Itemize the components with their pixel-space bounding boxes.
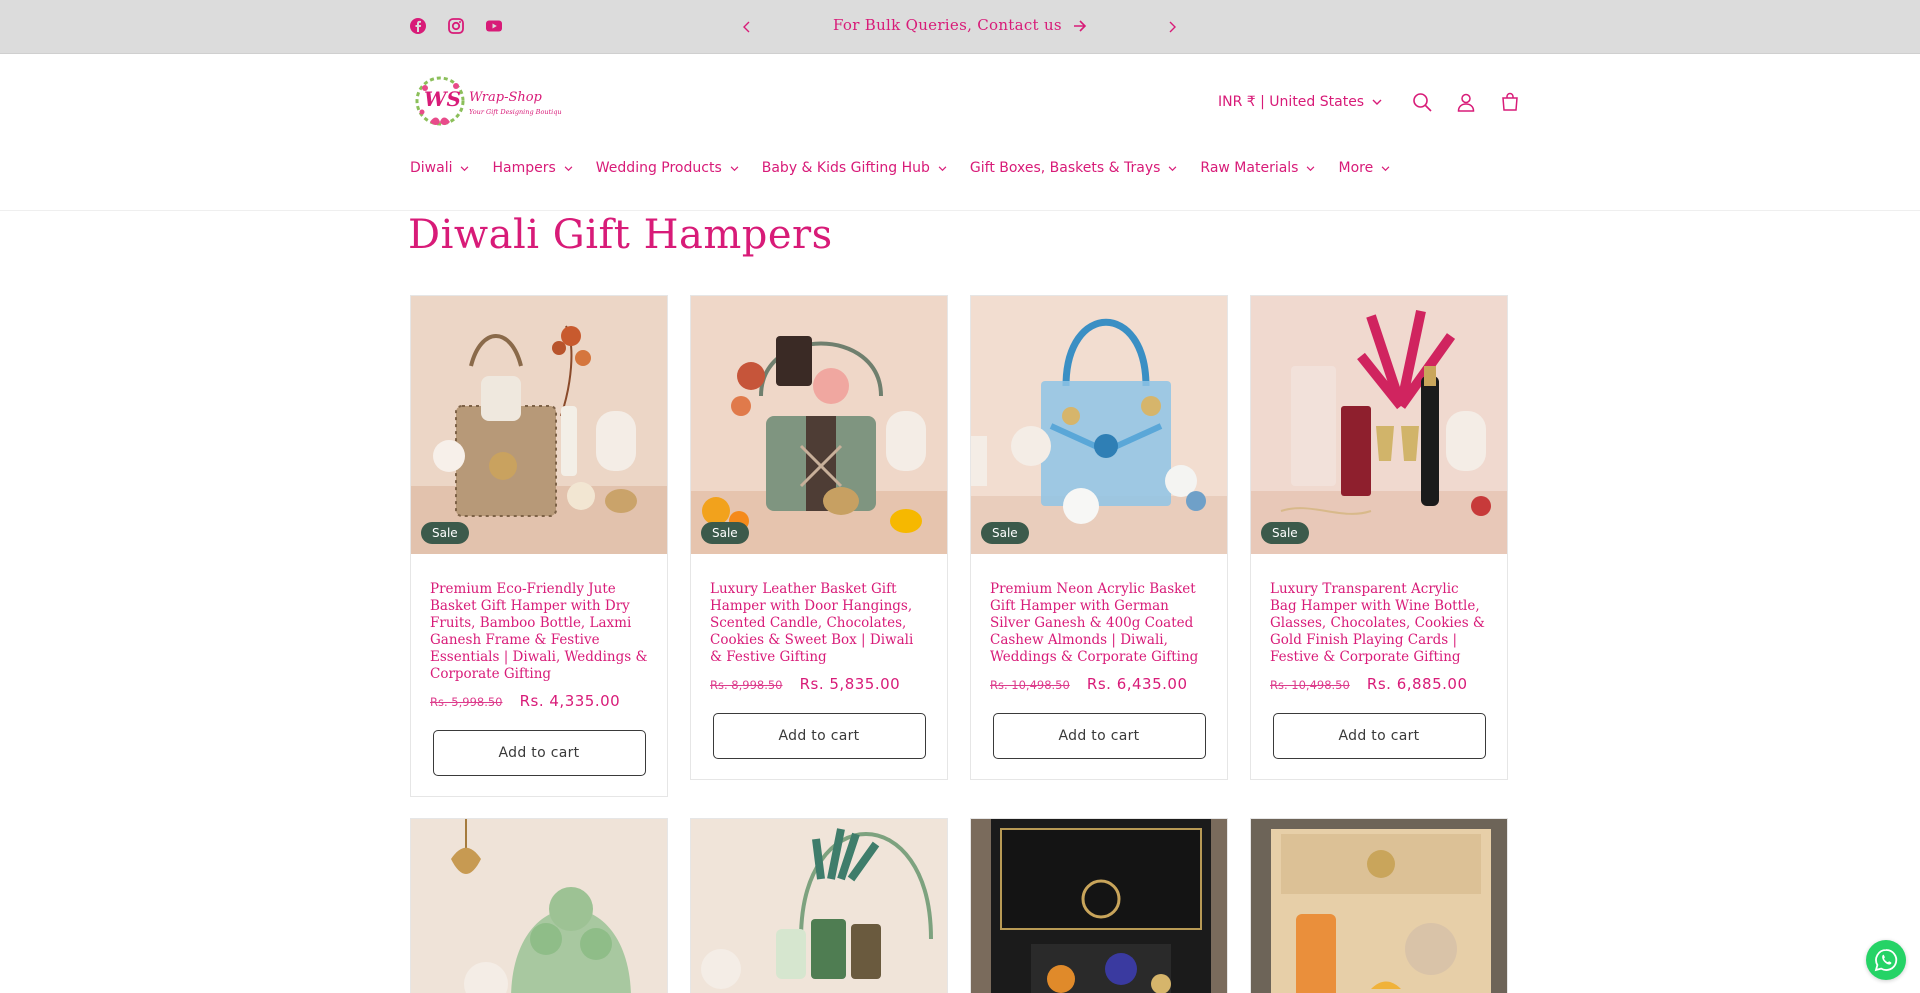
original-price: Rs. 10,498.50 — [1270, 678, 1350, 692]
add-to-cart-button[interactable]: Add to cart — [712, 713, 926, 759]
currency-label: INR ₹ | United States — [1218, 94, 1365, 110]
sale-badge: Sale — [701, 522, 749, 544]
chevron-down-icon — [460, 160, 469, 176]
announcement-prev-button[interactable] — [735, 15, 759, 39]
product-card[interactable]: Sale Luxury Transparent Acrylic Bag Hamp… — [1250, 295, 1508, 780]
product-card[interactable]: Sale Premium Neon Acrylic Basket Gift Ha… — [970, 295, 1228, 780]
whatsapp-chat-button[interactable] — [1866, 940, 1906, 980]
product-price: Rs. 5,998.50 Rs. 4,335.00 — [411, 691, 667, 710]
product-image[interactable]: Sale — [1251, 296, 1507, 554]
announcement-text: For Bulk Queries, Contact us — [833, 16, 1062, 34]
chevron-down-icon — [1306, 160, 1315, 176]
sale-price: Rs. 4,335.00 — [519, 692, 621, 710]
nav-item-baby-kids[interactable]: Baby & Kids Gifting Hub — [762, 160, 947, 176]
nav-item-label: Raw Materials — [1200, 160, 1299, 176]
arrow-right-icon — [1073, 18, 1087, 36]
logo-name: Wrap-Shop — [469, 90, 543, 105]
sale-badge: Sale — [981, 522, 1029, 544]
sale-price: Rs. 5,835.00 — [799, 675, 901, 693]
chevron-down-icon — [1381, 160, 1390, 176]
original-price: Rs. 10,498.50 — [990, 678, 1070, 692]
nav-item-hampers[interactable]: Hampers — [492, 160, 573, 176]
search-icon[interactable] — [1400, 86, 1444, 118]
logo-tagline: Your Gift Designing Boutique — [469, 108, 562, 116]
announcement-next-button[interactable] — [1160, 15, 1184, 39]
sale-price: Rs. 6,885.00 — [1366, 675, 1468, 693]
add-to-cart-button[interactable]: Add to cart — [1272, 713, 1486, 759]
instagram-icon[interactable] — [446, 16, 466, 36]
nav-item-wedding-products[interactable]: Wedding Products — [596, 160, 739, 176]
nav-item-label: Gift Boxes, Baskets & Trays — [969, 160, 1161, 176]
nav-item-label: Hampers — [492, 160, 556, 176]
facebook-icon[interactable] — [408, 16, 428, 36]
youtube-icon[interactable] — [484, 16, 504, 36]
account-icon[interactable] — [1444, 86, 1488, 118]
chevron-down-icon — [564, 160, 573, 176]
cart-icon[interactable] — [1488, 86, 1532, 118]
nav-item-raw-materials[interactable]: Raw Materials — [1200, 160, 1315, 176]
sale-badge: Sale — [421, 522, 469, 544]
product-card[interactable]: Sale Premium Eco-Friendly Jute Basket Gi… — [410, 295, 668, 797]
product-image[interactable] — [971, 819, 1228, 993]
nav-item-gift-boxes[interactable]: Gift Boxes, Baskets & Trays — [970, 160, 1177, 176]
add-to-cart-button[interactable]: Add to cart — [432, 730, 646, 776]
product-title[interactable]: Premium Eco-Friendly Jute Basket Gift Ha… — [411, 581, 667, 683]
product-card[interactable] — [970, 818, 1228, 993]
product-image[interactable]: Sale — [411, 296, 667, 554]
nav-item-more[interactable]: More — [1338, 160, 1390, 176]
nav-item-label: Wedding Products — [595, 160, 722, 176]
header-actions: INR ₹ | United States — [1218, 86, 1532, 118]
whatsapp-icon — [1874, 949, 1898, 972]
page-title: Diwali Gift Hampers — [408, 212, 833, 258]
original-price: Rs. 8,998.50 — [710, 678, 783, 692]
nav-item-diwali[interactable]: Diwali — [410, 160, 469, 176]
currency-selector[interactable]: INR ₹ | United States — [1218, 94, 1382, 110]
product-image[interactable] — [691, 819, 948, 993]
product-image[interactable] — [1251, 819, 1508, 993]
main-nav: Diwali Hampers Wedding Products Baby & K… — [410, 160, 1413, 176]
nav-item-label: Baby & Kids Gifting Hub — [761, 160, 930, 176]
product-image[interactable]: Sale — [971, 296, 1227, 554]
chevron-down-icon — [938, 160, 947, 176]
chevron-down-icon — [1372, 94, 1382, 110]
product-image[interactable] — [411, 819, 668, 993]
add-to-cart-button[interactable]: Add to cart — [992, 713, 1206, 759]
product-image[interactable]: Sale — [691, 296, 947, 554]
original-price: Rs. 5,998.50 — [430, 695, 503, 709]
social-links — [408, 16, 504, 36]
header-divider — [0, 210, 1920, 211]
product-card[interactable]: Sale Luxury Leather Basket Gift Hamper w… — [690, 295, 948, 780]
announcement-bar: For Bulk Queries, Contact us — [0, 0, 1920, 54]
product-card[interactable] — [690, 818, 948, 993]
nav-item-label: More — [1338, 160, 1374, 176]
product-price: Rs. 10,498.50 Rs. 6,435.00 — [971, 674, 1227, 693]
announcement-link[interactable]: For Bulk Queries, Contact us — [760, 16, 1160, 36]
logo[interactable]: WS Wrap-Shop Your Gift Designing Boutiqu… — [412, 70, 566, 136]
chevron-down-icon — [1168, 160, 1177, 176]
sale-price: Rs. 6,435.00 — [1086, 675, 1188, 693]
logo-initials: WS — [424, 87, 461, 111]
product-price: Rs. 10,498.50 Rs. 6,885.00 — [1251, 674, 1507, 693]
nav-item-label: Diwali — [410, 160, 453, 176]
product-title[interactable]: Luxury Leather Basket Gift Hamper with D… — [691, 581, 947, 666]
product-price: Rs. 8,998.50 Rs. 5,835.00 — [691, 674, 947, 693]
product-title[interactable]: Luxury Transparent Acrylic Bag Hamper wi… — [1251, 581, 1507, 666]
product-card[interactable] — [1250, 818, 1508, 993]
sale-badge: Sale — [1261, 522, 1309, 544]
product-card[interactable] — [410, 818, 668, 993]
product-title[interactable]: Premium Neon Acrylic Basket Gift Hamper … — [971, 581, 1227, 666]
chevron-down-icon — [730, 160, 739, 176]
